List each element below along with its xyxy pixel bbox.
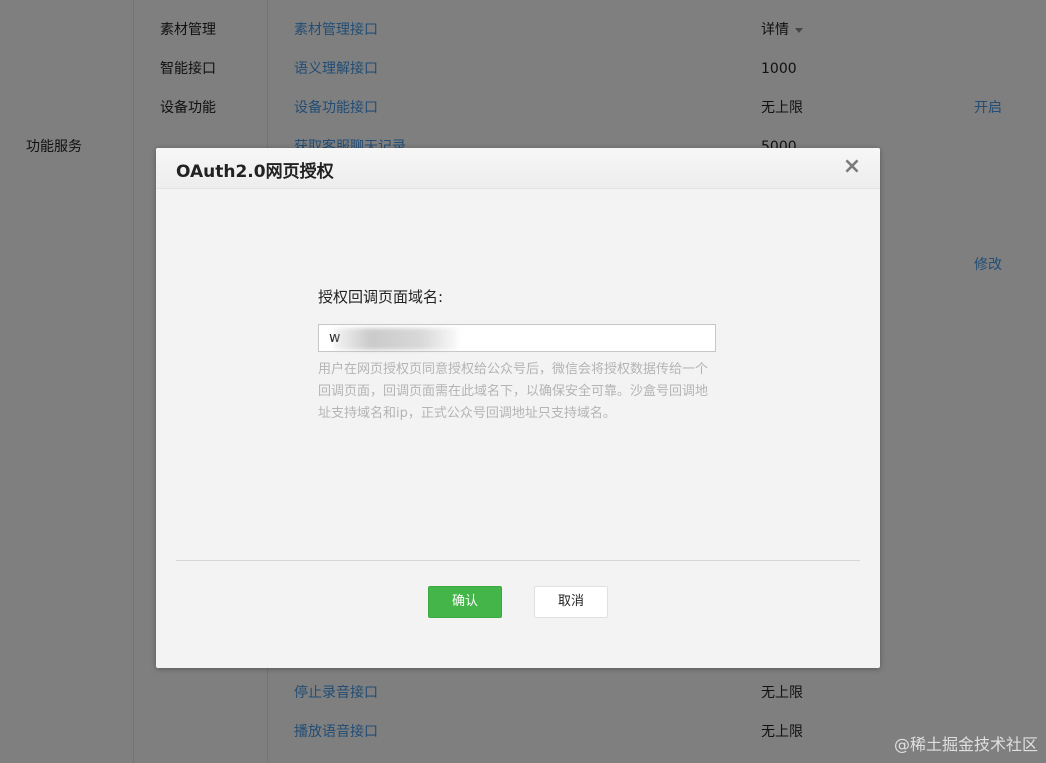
callback-domain-input[interactable] (318, 324, 716, 352)
callback-domain-label: 授权回调页面域名: (318, 288, 444, 306)
page: 功能服务 素材管理 素材管理接口 详情 智能接口 语义理解接口 1000 设备功… (0, 0, 1046, 763)
watermark: @稀土掘金技术社区 (893, 735, 1038, 754)
hint-text: 用户在网页授权页同意授权给公众号后，微信会将授权数据传给一个回调页面，回调页面需… (318, 362, 709, 421)
dialog-title: OAuth2.0网页授权 (176, 162, 334, 182)
footer-divider (176, 560, 860, 561)
cancel-button[interactable]: 取消 (534, 586, 608, 618)
dialog-header: OAuth2.0网页授权 × (156, 148, 880, 189)
oauth-dialog: OAuth2.0网页授权 × 授权回调页面域名: 用户在网页授权页同意授权给公众… (156, 148, 880, 668)
close-icon[interactable]: × (842, 156, 862, 178)
confirm-button[interactable]: 确认 (428, 586, 502, 618)
